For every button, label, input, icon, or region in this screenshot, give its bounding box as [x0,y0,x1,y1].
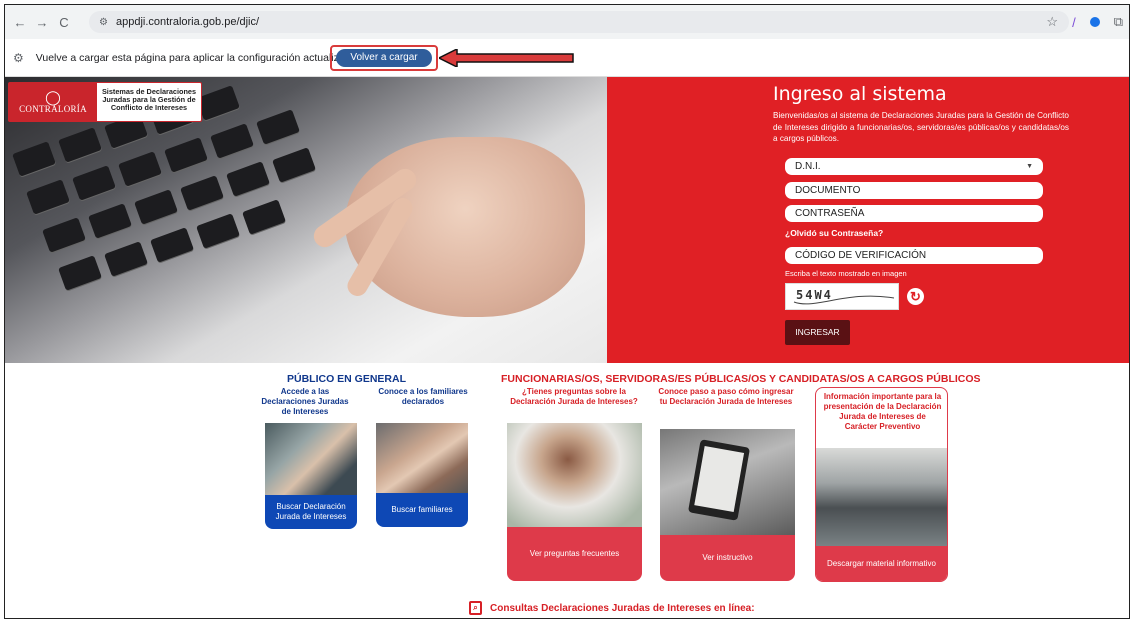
chevron-down-icon: ▼ [1026,163,1033,170]
doc-type-value: D.N.I. [795,161,821,172]
login-submit-button[interactable]: INGRESAR [785,320,850,345]
meeting-image [816,448,947,548]
instructive-button[interactable]: Ver instructivo [660,535,795,581]
search-declaration-card[interactable]: Buscar Declaración Jurada de Intereses [265,423,357,529]
password-input[interactable]: CONTRASEÑA [785,205,1043,222]
public-card-caption: Accede a las Declaraciones Juradas de In… [261,387,349,416]
faq-button[interactable]: Ver preguntas frecuentes [507,527,642,581]
captcha-image: 54W4 [785,283,899,310]
doc-type-select[interactable]: D.N.I. ▼ [785,158,1043,175]
login-panel: Ingreso al sistema Bienvenidas/os al sis… [607,77,1129,363]
officials-section-title: FUNCIONARIAS/OS, SERVIDORAS/ES PÚBLICAS/… [501,373,981,385]
document-input[interactable]: DOCUMENTO [785,182,1043,199]
officials-card-caption: ¿Tienes preguntas sobre la Declaración J… [510,387,638,406]
browser-actions: ☆ / ⧉ [1046,14,1123,30]
officials-card-caption: Información importante para la presentac… [823,392,942,431]
login-title: Ingreso al sistema [773,83,947,105]
hero-section: ◯ CONTRALORÍA Sistemas de Declaraciones … [5,77,1129,363]
logo-symbol-icon: ◯ [45,89,61,105]
page-frame: ← → C ⚙ appdji.contraloria.gob.pe/djic/ … [4,4,1130,619]
pen-icon[interactable]: / [1072,15,1076,30]
hands-together-image [376,423,468,493]
address-bar[interactable]: ⚙ appdji.contraloria.gob.pe/djic/ [89,11,1069,33]
captcha-hint: Escriba el texto mostrado en imagen [785,269,907,278]
search-family-button[interactable]: Buscar familiares [376,493,468,527]
highlight-box: Volver a cargar [330,45,438,71]
site-settings-icon[interactable]: ⚙ [99,17,108,28]
public-card-caption: Conoce a los familiares declarados [378,387,468,406]
instructive-card[interactable]: Ver instructivo [660,429,795,581]
arrow-annotation-icon [439,49,574,67]
verification-code-input[interactable]: CÓDIGO DE VERIFICACIÓN [785,247,1043,264]
laptop-typing-image [265,423,357,495]
search-document-icon: ⌕ [469,601,482,615]
forward-icon[interactable]: → [31,15,53,30]
captcha-text: 54W4 [796,288,833,302]
profile-icon[interactable] [1089,17,1100,27]
download-material-button[interactable]: Descargar material informativo [816,546,947,581]
contraloria-logo[interactable]: ◯ CONTRALORÍA Sistemas de Declaraciones … [8,82,202,122]
star-icon[interactable]: ☆ [1046,14,1058,30]
forgot-password-link[interactable]: ¿Olvidó su Contraseña? [785,228,883,238]
officials-card-caption: Conoce paso a paso cómo ingresar tu Decl… [658,387,794,406]
consultas-text: Consultas Declaraciones Juradas de Inter… [490,602,755,614]
logo-mark: ◯ CONTRALORÍA [9,83,97,121]
reload-page-button[interactable]: Volver a cargar [336,49,432,67]
woman-thinking-image [507,423,642,527]
refresh-captcha-icon[interactable]: ↻ [907,288,924,305]
back-icon[interactable]: ← [9,15,31,30]
logo-name: CONTRALORÍA [19,104,87,114]
url-text: appdji.contraloria.gob.pe/djic/ [115,16,260,28]
hero-photo: ◯ CONTRALORÍA Sistemas de Declaraciones … [5,77,607,363]
consultas-heading[interactable]: ⌕ Consultas Declaraciones Juradas de Int… [469,601,755,615]
logo-subtitle: Sistemas de Declaraciones Juradas para l… [101,87,197,112]
ereader-image [660,429,795,535]
public-section-title: PÚBLICO EN GENERAL [287,373,407,385]
gear-icon: ⚙ [13,50,24,65]
search-family-card[interactable]: Buscar familiares [376,423,468,527]
reload-icon[interactable]: C [53,15,75,30]
settings-infobar: ⚙ Vuelve a cargar esta página para aplic… [5,39,1129,77]
browser-toolbar: ← → C ⚙ appdji.contraloria.gob.pe/djic/ … [5,5,1129,39]
info-material-card[interactable]: Información importante para la presentac… [815,387,948,582]
search-declaration-button[interactable]: Buscar Declaración Jurada de Intereses [265,495,357,529]
extensions-icon[interactable]: ⧉ [1114,14,1123,30]
login-intro: Bienvenidas/os al sistema de Declaracion… [773,111,1069,143]
faq-card[interactable]: Ver preguntas frecuentes [507,423,642,581]
